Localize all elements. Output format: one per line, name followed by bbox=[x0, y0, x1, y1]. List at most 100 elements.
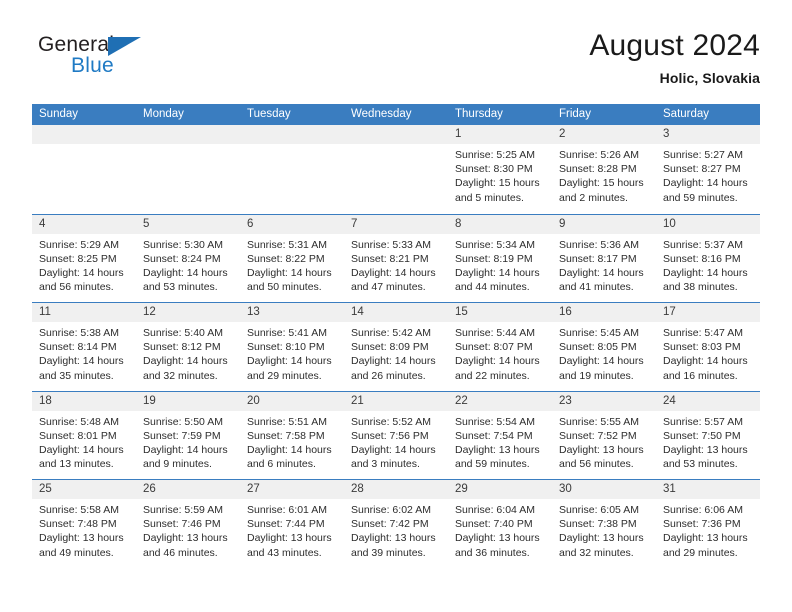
day-number-band: 16 bbox=[552, 303, 656, 322]
day-number: 25 bbox=[39, 483, 52, 495]
day-cell-empty bbox=[240, 125, 344, 214]
day-cell[interactable]: 18 Sunrise: 5:48 AM Sunset: 8:01 PM Dayligh… bbox=[32, 391, 136, 480]
weekday-header-wednesday: Wednesday bbox=[351, 108, 412, 120]
weekday-header-sunday: Sunday bbox=[39, 108, 79, 120]
day-cell[interactable]: 11 Sunrise: 5:38 AM Sunset: 8:14 PM Dayligh… bbox=[32, 303, 136, 391]
sunrise-text: Sunrise: 5:30 AM bbox=[143, 238, 223, 251]
sunset-text: Sunset: 7:52 PM bbox=[559, 429, 637, 442]
daylight-text: Daylight: 13 hours and 29 minutes. bbox=[663, 532, 748, 559]
day-number: 26 bbox=[143, 483, 156, 495]
brand-logo[interactable]: General Blue bbox=[38, 34, 168, 84]
sunrise-text: Sunrise: 5:38 AM bbox=[39, 327, 119, 339]
day-cell[interactable]: 21 Sunrise: 5:52 AM Sunset: 7:56 PM Dayligh… bbox=[344, 391, 448, 480]
sunrise-text: Sunrise: 5:31 AM bbox=[247, 238, 327, 251]
daylight-text: Daylight: 13 hours and 32 minutes. bbox=[559, 532, 644, 559]
day-details: Sunrise: 5:45 AM Sunset: 8:05 PM Daylight:… bbox=[552, 322, 656, 383]
sunrise-text: Sunrise: 5:55 AM bbox=[559, 415, 639, 428]
day-cell[interactable]: 25 Sunrise: 5:58 AM Sunset: 7:48 PM Dayligh… bbox=[32, 480, 136, 568]
day-number-band: 8 bbox=[448, 214, 552, 234]
daylight-text: Daylight: 13 hours and 59 minutes. bbox=[455, 443, 540, 471]
sunrise-text: Sunrise: 6:01 AM bbox=[247, 504, 327, 516]
daylight-text: Daylight: 13 hours and 43 minutes. bbox=[247, 532, 332, 559]
day-cell[interactable]: 26 Sunrise: 5:59 AM Sunset: 7:46 PM Dayligh… bbox=[136, 480, 240, 568]
sunrise-text: Sunrise: 5:48 AM bbox=[39, 415, 119, 428]
day-number: 9 bbox=[559, 217, 566, 230]
sunrise-text: Sunrise: 5:34 AM bbox=[455, 238, 535, 251]
daylight-text: Daylight: 13 hours and 36 minutes. bbox=[455, 532, 540, 559]
brand-name-general: General bbox=[38, 33, 115, 56]
day-cell[interactable]: 15 Sunrise: 5:44 AM Sunset: 8:07 PM Dayligh… bbox=[448, 303, 552, 391]
daylight-text: Daylight: 14 hours and 3 minutes. bbox=[351, 443, 436, 471]
day-cell[interactable]: 19 Sunrise: 5:50 AM Sunset: 7:59 PM Dayligh… bbox=[136, 391, 240, 480]
day-cell[interactable]: 1 Sunrise: 5:25 AM Sunset: 8:30 PM Daylight… bbox=[448, 125, 552, 214]
day-number: 8 bbox=[455, 217, 462, 230]
day-details: Sunrise: 5:33 AM Sunset: 8:21 PM Daylight:… bbox=[344, 234, 448, 295]
day-cell[interactable]: 5 Sunrise: 5:30 AM Sunset: 8:24 PM Daylight… bbox=[136, 214, 240, 303]
day-cell[interactable]: 30 Sunrise: 6:05 AM Sunset: 7:38 PM Dayligh… bbox=[552, 480, 656, 568]
day-cell[interactable]: 8 Sunrise: 5:34 AM Sunset: 8:19 PM Daylight… bbox=[448, 214, 552, 303]
day-cell[interactable]: 24 Sunrise: 5:57 AM Sunset: 7:50 PM Dayligh… bbox=[656, 391, 760, 480]
weekday-header-thursday: Thursday bbox=[455, 108, 503, 120]
sunset-text: Sunset: 8:05 PM bbox=[559, 341, 637, 354]
day-number-band: 28 bbox=[344, 480, 448, 499]
title-block: August 2024 Holic, Slovakia bbox=[589, 28, 760, 88]
day-cell[interactable]: 29 Sunrise: 6:04 AM Sunset: 7:40 PM Dayligh… bbox=[448, 480, 552, 568]
day-cell[interactable]: 31 Sunrise: 6:06 AM Sunset: 7:36 PM Dayligh… bbox=[656, 480, 760, 568]
day-details: Sunrise: 5:37 AM Sunset: 8:16 PM Daylight:… bbox=[656, 234, 760, 295]
day-number: 23 bbox=[559, 394, 572, 407]
daylight-text: Daylight: 14 hours and 32 minutes. bbox=[143, 355, 228, 382]
day-cell[interactable]: 17 Sunrise: 5:47 AM Sunset: 8:03 PM Dayligh… bbox=[656, 303, 760, 391]
day-number: 16 bbox=[559, 306, 572, 318]
sunrise-text: Sunrise: 5:41 AM bbox=[247, 327, 327, 339]
location-subtitle: Holic, Slovakia bbox=[659, 70, 760, 86]
day-number-band: 22 bbox=[448, 391, 552, 411]
sunset-text: Sunset: 7:48 PM bbox=[39, 518, 117, 531]
day-cell[interactable]: 14 Sunrise: 5:42 AM Sunset: 8:09 PM Dayligh… bbox=[344, 303, 448, 391]
sunset-text: Sunset: 7:54 PM bbox=[455, 429, 533, 442]
day-number-band: 14 bbox=[344, 303, 448, 322]
day-cell[interactable]: 7 Sunrise: 5:33 AM Sunset: 8:21 PM Daylight… bbox=[344, 214, 448, 303]
day-number: 30 bbox=[559, 483, 572, 495]
day-cell[interactable]: 10 Sunrise: 5:37 AM Sunset: 8:16 PM Dayligh… bbox=[656, 214, 760, 303]
sunrise-text: Sunrise: 5:50 AM bbox=[143, 415, 223, 428]
daylight-text: Daylight: 14 hours and 19 minutes. bbox=[559, 355, 644, 382]
daylight-text: Daylight: 14 hours and 6 minutes. bbox=[247, 443, 332, 471]
daylight-text: Daylight: 13 hours and 53 minutes. bbox=[663, 443, 748, 471]
weekday-header-friday: Friday bbox=[559, 108, 591, 120]
day-cell-empty bbox=[344, 125, 448, 214]
day-number: 31 bbox=[663, 483, 676, 495]
day-cell[interactable]: 4 Sunrise: 5:29 AM Sunset: 8:25 PM Daylight… bbox=[32, 214, 136, 303]
day-cell[interactable]: 20 Sunrise: 5:51 AM Sunset: 7:58 PM Dayligh… bbox=[240, 391, 344, 480]
day-number: 21 bbox=[351, 394, 364, 407]
day-cell[interactable]: 12 Sunrise: 5:40 AM Sunset: 8:12 PM Dayligh… bbox=[136, 303, 240, 391]
calendar-grid: Sunday Monday Tuesday Wednesday Thursday Frid… bbox=[32, 104, 760, 568]
day-details: Sunrise: 5:50 AM Sunset: 7:59 PM Daylight:… bbox=[136, 411, 240, 472]
day-number: 15 bbox=[455, 306, 468, 318]
day-cell[interactable]: 6 Sunrise: 5:31 AM Sunset: 8:22 PM Daylight… bbox=[240, 214, 344, 303]
sunrise-text: Sunrise: 5:26 AM bbox=[559, 149, 639, 161]
day-cell[interactable]: 2 Sunrise: 5:26 AM Sunset: 8:28 PM Daylight… bbox=[552, 125, 656, 214]
day-number: 20 bbox=[247, 394, 260, 407]
day-cell[interactable]: 23 Sunrise: 5:55 AM Sunset: 7:52 PM Dayligh… bbox=[552, 391, 656, 480]
day-number-band: 26 bbox=[136, 480, 240, 499]
daylight-text: Daylight: 14 hours and 47 minutes. bbox=[351, 266, 436, 294]
daylight-text: Daylight: 14 hours and 59 minutes. bbox=[663, 177, 748, 204]
day-details: Sunrise: 5:29 AM Sunset: 8:25 PM Daylight:… bbox=[32, 234, 136, 295]
day-number: 19 bbox=[143, 394, 156, 407]
day-number: 22 bbox=[455, 394, 468, 407]
day-cell[interactable]: 9 Sunrise: 5:36 AM Sunset: 8:17 PM Daylight… bbox=[552, 214, 656, 303]
daylight-text: Daylight: 13 hours and 56 minutes. bbox=[559, 443, 644, 471]
day-cell[interactable]: 27 Sunrise: 6:01 AM Sunset: 7:44 PM Dayligh… bbox=[240, 480, 344, 568]
sunset-text: Sunset: 8:09 PM bbox=[351, 341, 429, 354]
day-cell[interactable]: 3 Sunrise: 5:27 AM Sunset: 8:27 PM Daylight… bbox=[656, 125, 760, 214]
brand-name-blue: Blue bbox=[71, 54, 114, 77]
day-details: Sunrise: 5:57 AM Sunset: 7:50 PM Daylight:… bbox=[656, 411, 760, 472]
day-cell[interactable]: 22 Sunrise: 5:54 AM Sunset: 7:54 PM Dayligh… bbox=[448, 391, 552, 480]
day-cell[interactable]: 16 Sunrise: 5:45 AM Sunset: 8:05 PM Dayligh… bbox=[552, 303, 656, 391]
day-number-band: 18 bbox=[32, 391, 136, 411]
day-cell[interactable]: 28 Sunrise: 6:02 AM Sunset: 7:42 PM Dayligh… bbox=[344, 480, 448, 568]
day-number-band: 23 bbox=[552, 391, 656, 411]
day-number-band: 29 bbox=[448, 480, 552, 499]
sunrise-text: Sunrise: 5:29 AM bbox=[39, 238, 119, 251]
day-cell[interactable]: 13 Sunrise: 5:41 AM Sunset: 8:10 PM Dayligh… bbox=[240, 303, 344, 391]
